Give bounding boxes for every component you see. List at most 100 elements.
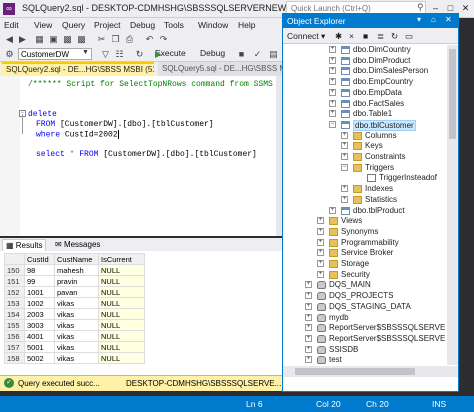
expand-icon[interactable]: + xyxy=(341,131,348,139)
object-explorer-tree[interactable]: + dbo.DimCountry + dbo.DimProduct + dbo.DimSa… xyxy=(283,45,446,365)
expand-icon[interactable]: + xyxy=(329,56,336,64)
table-row[interactable]: 150 98 mahesh NULL xyxy=(4,264,145,276)
back-icon[interactable]: ◀ xyxy=(4,34,15,45)
query-status-server: DESKTOP-CDMHSHG\SBSSSQLSERVE... xyxy=(126,379,282,388)
table-row[interactable]: 158 5002 vikas NULL xyxy=(4,352,145,364)
expand-icon[interactable]: + xyxy=(317,260,324,267)
menu-debug[interactable]: Debug xyxy=(130,20,155,30)
table-row[interactable]: 154 2003 vikas NULL xyxy=(4,308,145,320)
expand-icon[interactable]: + xyxy=(329,110,336,118)
window-position-icon[interactable]: ▾ xyxy=(417,15,421,24)
expand-icon[interactable]: + xyxy=(317,238,324,246)
copy-icon[interactable]: ❐ xyxy=(110,34,121,45)
open-file-icon[interactable]: ▣ xyxy=(48,34,59,45)
expand-icon[interactable]: + xyxy=(317,217,324,225)
collapse-icon[interactable]: − xyxy=(341,163,348,171)
stop-icon[interactable]: ■ xyxy=(363,31,368,41)
connect-icon[interactable]: ⚙ xyxy=(4,49,15,60)
query-editor[interactable]: − /****** Script for SelectTopNRows comm… xyxy=(0,76,316,236)
expand-icon[interactable]: + xyxy=(317,249,324,257)
connect-object-icon[interactable]: ✱ xyxy=(335,31,342,42)
tree-node-label: TriggerInsteadof xyxy=(379,173,437,183)
column-header-custname[interactable]: CustName xyxy=(54,253,99,265)
filter-icon[interactable]: ▽ xyxy=(100,49,111,60)
scroll-thumb[interactable] xyxy=(449,49,456,139)
column-header-iscurrent[interactable]: IsCurrent xyxy=(98,253,145,265)
refresh-icon[interactable]: ↻ xyxy=(391,31,398,42)
filter-icon[interactable]: ≣ xyxy=(377,31,384,42)
debug-button[interactable]: Debug xyxy=(200,48,225,58)
scroll-thumb[interactable] xyxy=(295,368,415,375)
parse-check-icon[interactable]: ✓ xyxy=(252,49,263,60)
disconnect-icon[interactable]: × xyxy=(349,31,354,41)
save-all-icon[interactable]: ▩ xyxy=(76,34,87,45)
expand-icon[interactable]: + xyxy=(305,313,312,321)
menu-tools[interactable]: Tools xyxy=(164,20,184,30)
object-explorer-hscrollbar[interactable] xyxy=(283,366,458,377)
expand-icon[interactable]: + xyxy=(305,292,312,300)
expand-icon[interactable]: + xyxy=(305,281,312,289)
display-plan-icon[interactable]: ▤ xyxy=(268,49,279,60)
menu-query[interactable]: Query xyxy=(62,20,85,30)
expand-icon[interactable]: + xyxy=(341,153,348,160)
folder-icon xyxy=(353,185,362,194)
expand-icon[interactable]: + xyxy=(305,334,312,342)
expand-icon[interactable]: + xyxy=(329,78,336,86)
object-explorer-vscrollbar[interactable] xyxy=(447,45,458,365)
search-icon[interactable]: ⚲ xyxy=(417,2,424,13)
redo-icon[interactable]: ↷ xyxy=(158,34,169,45)
expand-icon[interactable]: + xyxy=(341,142,348,150)
forward-icon[interactable]: ▶ xyxy=(17,34,28,45)
expand-icon[interactable]: + xyxy=(317,227,324,235)
table-row[interactable]: 156 4001 vikas NULL xyxy=(4,330,145,342)
table-row[interactable]: 152 1001 pavan NULL xyxy=(4,286,145,298)
expand-icon[interactable]: + xyxy=(305,345,312,353)
properties-icon[interactable]: ☷ xyxy=(114,49,125,60)
expand-icon[interactable]: + xyxy=(341,195,348,203)
paste-icon[interactable]: ⎙ xyxy=(124,34,135,45)
menu-window[interactable]: Window xyxy=(198,20,228,30)
collapse-icon[interactable]: − xyxy=(329,120,336,128)
table-row[interactable]: 153 1002 vikas NULL xyxy=(4,297,145,309)
activity-monitor-icon[interactable]: ▭ xyxy=(405,31,413,42)
column-header-custid[interactable]: CustId xyxy=(24,253,55,265)
table-row[interactable]: 155 3003 vikas NULL xyxy=(4,319,145,331)
expand-icon[interactable]: + xyxy=(329,99,336,107)
expand-icon[interactable]: + xyxy=(317,270,324,278)
cut-icon[interactable]: ✂ xyxy=(96,34,107,45)
tree-node-label: dbo.tblCustomer xyxy=(353,119,416,131)
pin-icon[interactable]: ⌂ xyxy=(431,15,436,24)
table-row[interactable]: 151 99 pravin NULL xyxy=(4,275,145,287)
expand-icon[interactable]: + xyxy=(305,356,312,364)
execute-button[interactable]: ▶ Execute xyxy=(155,48,186,59)
table-row[interactable]: 157 5001 vikas NULL xyxy=(4,341,145,353)
tab-results[interactable]: ▦ Results xyxy=(2,239,47,251)
rerun-icon[interactable]: ↻ xyxy=(134,49,145,60)
chevron-down-icon[interactable]: ▼ xyxy=(82,49,89,56)
expand-icon[interactable]: + xyxy=(329,46,336,53)
expand-icon[interactable]: + xyxy=(305,324,312,332)
connect-button[interactable]: Connect ▾ xyxy=(287,31,325,42)
menu-edit[interactable]: Edit xyxy=(4,20,19,30)
expand-icon[interactable]: + xyxy=(341,185,348,193)
menu-project[interactable]: Project xyxy=(94,20,120,30)
expand-icon[interactable]: + xyxy=(329,67,336,75)
panel-close-icon[interactable]: ✕ xyxy=(445,15,452,24)
object-explorer-titlebar: Object Explorer ▾ ⌂ ✕ xyxy=(283,14,458,28)
tab-messages[interactable]: ✉ Messages xyxy=(52,239,103,251)
save-icon[interactable]: ▩ xyxy=(62,34,73,45)
menu-view[interactable]: View xyxy=(34,20,52,30)
expand-icon[interactable]: + xyxy=(329,88,336,96)
undo-icon[interactable]: ↶ xyxy=(144,34,155,45)
tab-sqlquery2[interactable]: SQLQuery2.sql - DE...HG\SBSS MSBI (51))* xyxy=(2,62,154,76)
results-grid[interactable]: CustId CustName IsCurrent 150 98 mahesh NUL… xyxy=(0,251,286,375)
stop-icon[interactable]: ■ xyxy=(236,49,247,60)
database-select[interactable]: CustomerDW xyxy=(18,48,92,60)
menu-help[interactable]: Help xyxy=(238,20,255,30)
new-query-icon[interactable]: ▦ xyxy=(34,34,45,45)
tab-sqlquery5[interactable]: SQLQuery5.sql - DE...HG\SBSS MSBI xyxy=(158,62,284,76)
expand-icon[interactable]: + xyxy=(305,302,312,310)
close-button[interactable]: ✕ xyxy=(458,1,473,16)
expand-icon[interactable]: + xyxy=(329,206,336,214)
tree-node[interactable]: + test xyxy=(283,355,446,365)
